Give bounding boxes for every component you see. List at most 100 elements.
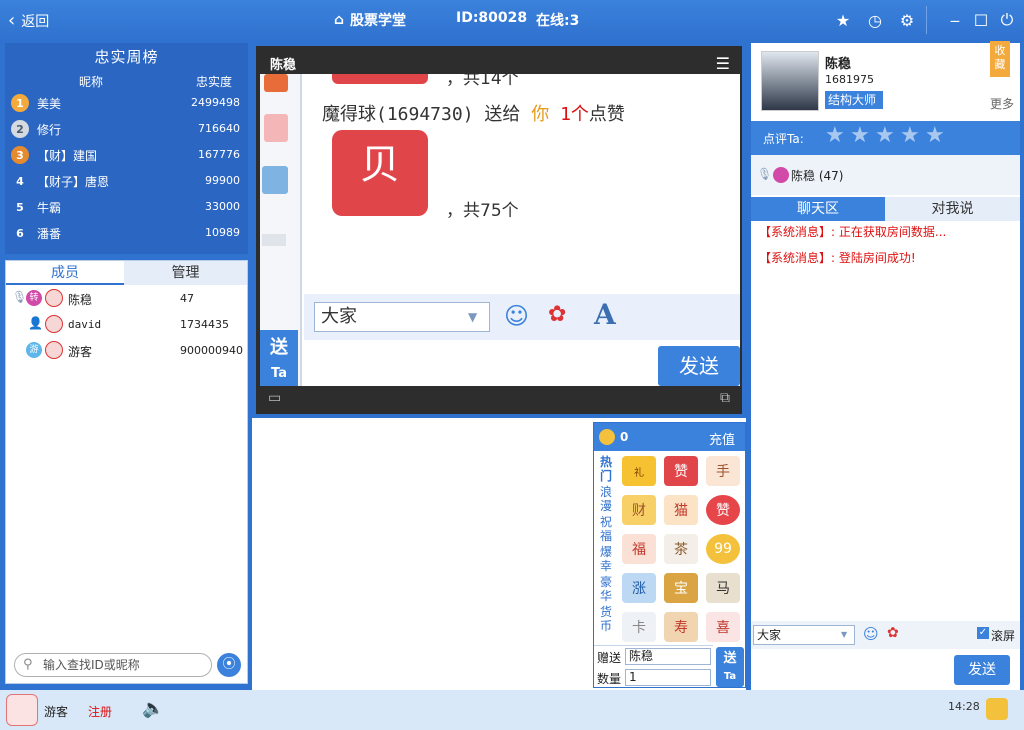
gift-item[interactable]: 财 xyxy=(622,495,656,525)
member-row[interactable]: 游 游客 900000940 xyxy=(10,339,246,363)
gift-item[interactable]: 赞 xyxy=(706,495,740,525)
host-title-badge: 结构大师 xyxy=(825,91,883,109)
gift-item[interactable]: 茶 xyxy=(664,534,698,564)
register-link[interactable]: 注册 xyxy=(88,703,112,720)
collect-button[interactable]: 收藏 xyxy=(990,41,1010,77)
tab-members[interactable]: 成员 xyxy=(6,261,124,285)
side-send-button: 送 Ta xyxy=(260,330,298,386)
user-avatar[interactable] xyxy=(6,694,38,726)
role-badge: 转 xyxy=(26,290,42,306)
popout-icon[interactable]: ⧉ xyxy=(720,390,730,406)
like-gift-icon: 贝 xyxy=(332,130,428,216)
home-icon: ⌂ xyxy=(334,12,345,28)
gift-item[interactable]: 马 xyxy=(706,573,740,603)
send-gift-button[interactable]: 送 Ta xyxy=(716,647,744,687)
leader-score: 2499498 xyxy=(191,96,240,109)
room-id: ID:80028 xyxy=(456,10,528,26)
gift-thumb xyxy=(264,114,288,142)
star-icon[interactable]: ★ xyxy=(875,123,895,148)
cat-avatar-icon xyxy=(45,341,63,359)
search-input[interactable]: 输入查找ID或昵称 xyxy=(14,653,212,677)
tab-manage[interactable]: 管理 xyxy=(124,261,247,285)
back-label: 返回 xyxy=(21,13,50,30)
microphone-icon: 🎙 xyxy=(757,167,773,181)
rank-number: 4 xyxy=(16,174,24,188)
minimize-icon[interactable]: ‒ xyxy=(946,11,964,30)
gift-category[interactable]: 祝福 xyxy=(598,515,614,543)
qty-select[interactable]: 1 xyxy=(625,669,711,686)
leaderboard-row: 4 【财子】唐恩 99900 xyxy=(5,168,248,194)
location-icon[interactable]: ⦿ xyxy=(217,653,241,677)
maximize-icon[interactable]: ☐ xyxy=(972,11,990,30)
leader-name: 潘番 xyxy=(37,227,62,241)
gift-item[interactable]: 99 xyxy=(706,534,740,564)
power-icon[interactable]: ⏻ xyxy=(998,10,1016,29)
tab-private[interactable]: 对我说 xyxy=(885,197,1020,221)
star-icon[interactable]: ★ xyxy=(850,123,870,148)
settings-icon[interactable]: ⚙ xyxy=(898,11,916,30)
chat-target-select[interactable]: 大家 xyxy=(753,625,855,645)
member-row[interactable]: 🎙 转 陈稳 47 xyxy=(10,287,246,311)
gift-item[interactable]: 礼 xyxy=(622,456,656,486)
gift-category[interactable]: 爆幸 xyxy=(598,545,614,573)
give-label: 赠送 xyxy=(597,651,622,665)
gift-item[interactable]: 赞 xyxy=(664,456,698,486)
qty-label: 数量 xyxy=(597,672,622,686)
star-icon[interactable]: ★ xyxy=(825,123,845,148)
gift-category[interactable]: 货币 xyxy=(598,605,614,633)
recharge-button[interactable]: 充值 xyxy=(709,429,735,448)
star-icon[interactable]: ★ xyxy=(900,123,920,148)
leader-score: 33000 xyxy=(205,200,240,213)
gift-category[interactable]: 热门 xyxy=(598,455,614,483)
gift-item[interactable]: 喜 xyxy=(706,612,740,642)
menu-icon[interactable]: ☰ xyxy=(716,54,730,73)
star-icon[interactable]: ★ xyxy=(925,123,945,148)
video-screen: 送 Ta ，共14个 魔得球(1694730) 送给 你 1个点赞 贝 ，共75… xyxy=(260,74,740,386)
gift-item[interactable]: 涨 xyxy=(622,573,656,603)
scroll-checkbox[interactable]: ✓ xyxy=(977,627,989,639)
host-avatar[interactable] xyxy=(761,51,819,111)
qty-row: 数量 1 xyxy=(594,667,713,688)
member-name: david xyxy=(68,318,102,331)
gift-item[interactable]: 猫 xyxy=(664,495,698,525)
rose-icon[interactable]: ✿ xyxy=(887,625,899,641)
gift-message: 魔得球(1694730) 送给 你 1个点赞 xyxy=(322,104,625,125)
gift-item[interactable]: 宝 xyxy=(664,573,698,603)
status-bar: 游客 注册 🔈 14:28 xyxy=(0,690,1024,730)
tab-chat[interactable]: 聊天区 xyxy=(751,197,885,221)
member-row[interactable]: 👤 david 1734435 xyxy=(10,313,246,337)
more-link[interactable]: 更多 xyxy=(990,95,1014,112)
clock-icon[interactable]: ◷ xyxy=(866,11,884,30)
gift-thumb xyxy=(264,74,288,92)
star-icon[interactable]: ★ xyxy=(834,11,852,30)
leader-name: 【财】建国 xyxy=(37,149,98,163)
emoji-icon: ☺ xyxy=(504,302,530,330)
treasure-chest-icon[interactable] xyxy=(986,698,1008,720)
gift-item[interactable]: 卡 xyxy=(622,612,656,642)
gift-category[interactable]: 浪漫 xyxy=(598,485,614,513)
gift-item[interactable]: 福 xyxy=(622,534,656,564)
emoji-icon[interactable]: ☺ xyxy=(863,625,879,643)
coin-icon xyxy=(599,429,615,445)
cat-avatar-icon xyxy=(45,315,63,333)
back-button[interactable]: ‹ 返回 xyxy=(8,10,49,31)
leader-score: 10989 xyxy=(205,226,240,239)
gift-item[interactable]: 寿 xyxy=(664,612,698,642)
room-title-text: 股票学堂 xyxy=(350,13,407,29)
screen-icon[interactable]: ▭ xyxy=(268,390,281,406)
current-user: 游客 xyxy=(44,705,69,719)
rank-badge: 2 xyxy=(11,120,29,138)
leader-name: 牛霸 xyxy=(37,201,62,215)
coin-balance: 0 xyxy=(620,430,629,444)
shared-target-select: 大家 xyxy=(314,302,490,332)
host-id: 1681975 xyxy=(825,73,874,86)
gift-category[interactable]: 豪华 xyxy=(598,575,614,603)
gift-item[interactable]: 手 xyxy=(706,456,740,486)
volume-icon[interactable]: 🔈 xyxy=(142,698,164,719)
chat-area: 🎙 陈稳 (47) 聊天区 对我说 【系统消息】: 正在获取房间数据... 【系… xyxy=(751,155,1020,690)
leader-score: 167776 xyxy=(198,148,240,161)
give-target-select[interactable]: 陈稳 xyxy=(625,648,711,665)
member-name: 游客 xyxy=(68,345,93,359)
send-button[interactable]: 发送 xyxy=(954,655,1010,685)
microphone-icon: 🎙 xyxy=(12,290,28,304)
